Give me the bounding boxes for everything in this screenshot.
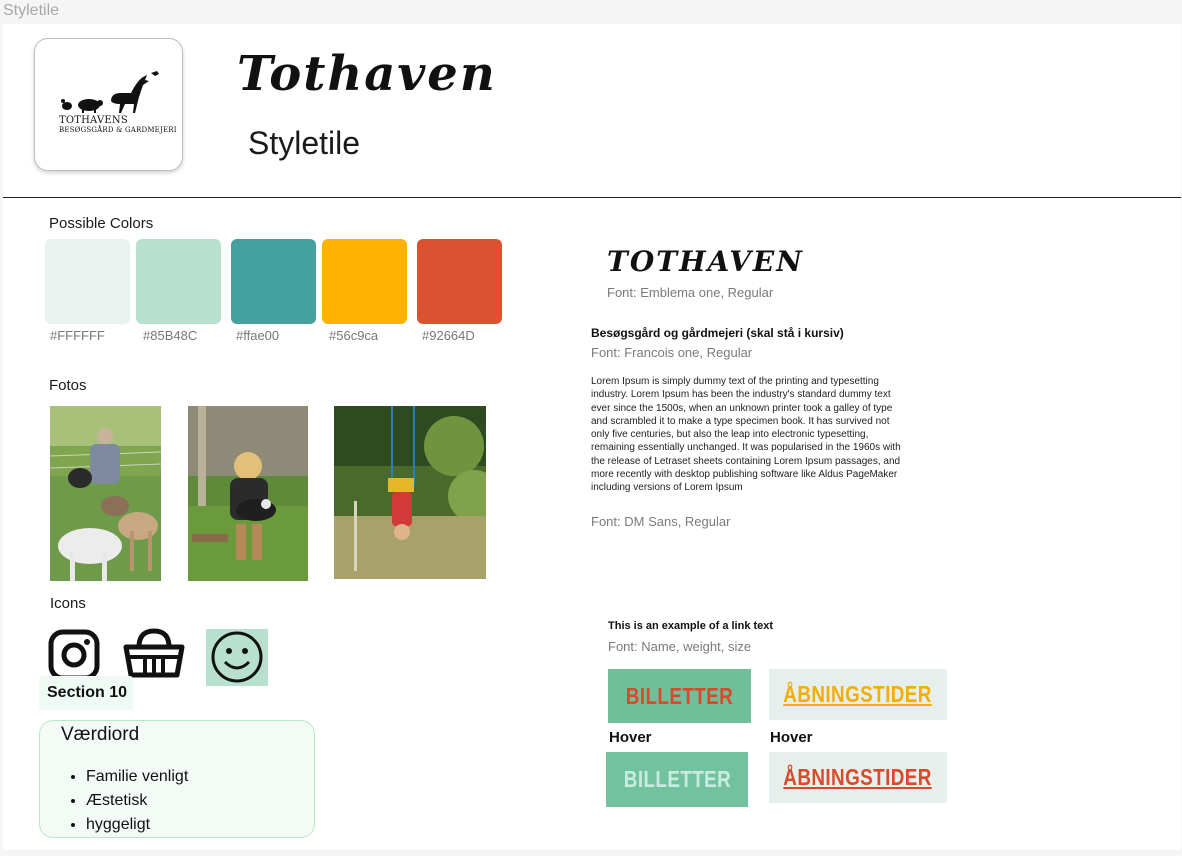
values-card: Værdiord Familie venligt Æstetisk hyggel… <box>39 720 315 838</box>
color-hex-label: #85B48C <box>143 328 198 343</box>
photo-child-with-goat <box>188 406 308 581</box>
page-subtitle: Styletile <box>248 125 361 161</box>
color-swatch <box>322 239 407 324</box>
fotos-section-label: Fotos <box>49 377 87 394</box>
color-swatch <box>136 239 221 324</box>
color-hex-label: #ffae00 <box>236 328 280 343</box>
subheading-type-sample: Besøgsgård og gårdmejeri (skal stå i kur… <box>591 326 844 340</box>
color-hex-label: #92664D <box>422 328 475 343</box>
values-title: Værdiord <box>61 724 140 745</box>
color-hex-label: #FFFFFF <box>50 328 105 343</box>
photo-goats <box>50 406 161 581</box>
section-10-badge: Section 10 <box>39 676 133 710</box>
body-font-note: Font: DM Sans, Regular <box>591 514 731 529</box>
billetter-button[interactable]: BILLETTER <box>608 669 751 723</box>
color-swatch <box>45 239 130 324</box>
color-swatch <box>417 239 502 324</box>
display-type-sample: TOTHAVEN <box>607 245 804 278</box>
billetter-button-hover[interactable]: BILLETTER <box>606 752 748 807</box>
aabningstider-button-hover[interactable]: ÅBNINGSTIDER <box>769 752 947 803</box>
billetter-button-label: BILLETTER <box>625 682 734 709</box>
hover-label: Hover <box>770 729 813 746</box>
frame-label: Styletile <box>3 2 60 19</box>
body-type-sample: Lorem Ipsum is simply dummy text of the … <box>591 376 901 494</box>
color-swatch <box>231 239 316 324</box>
values-list: Familie venligt Æstetisk hyggeligt <box>64 765 188 837</box>
logo-card: TOTHAVENS BESØGSGÅRD & GARDMEJERI <box>34 38 183 171</box>
list-item: Æstetisk <box>86 789 188 813</box>
colors-section-label: Possible Colors <box>49 215 154 232</box>
smiley-icon[interactable] <box>206 629 268 691</box>
link-font-note: Font: Name, weight, size <box>608 639 752 654</box>
list-item: Familie venligt <box>86 765 188 789</box>
basket-icon[interactable] <box>123 627 185 684</box>
link-text-example[interactable]: This is an example of a link text <box>608 620 773 632</box>
brand-title: Tothaven <box>237 46 497 102</box>
aabningstider-button-label: ÅBNINGSTIDER <box>783 681 933 707</box>
aabningstider-hover-label: ÅBNINGSTIDER <box>783 764 933 790</box>
header-divider <box>3 197 1181 198</box>
styletile-canvas: TOTHAVENS BESØGSGÅRD & GARDMEJERI Tothav… <box>3 24 1181 850</box>
photo-child-upside-down <box>334 406 486 579</box>
farm-animals-logo-icon <box>61 71 159 113</box>
hover-label: Hover <box>609 729 652 746</box>
icons-section-label: Icons <box>50 595 86 612</box>
list-item: hyggeligt <box>86 813 188 837</box>
color-hex-label: #56c9ca <box>329 328 379 343</box>
display-font-note: Font: Emblema one, Regular <box>607 285 774 300</box>
logo-wordmark: TOTHAVENS <box>59 115 128 126</box>
logo-tagline: BESØGSGÅRD & GARDMEJERI <box>59 126 177 134</box>
aabningstider-button[interactable]: ÅBNINGSTIDER <box>769 669 947 720</box>
subheading-font-note: Font: Francois one, Regular <box>591 345 753 360</box>
billetter-hover-label: BILLETTER <box>623 766 731 792</box>
